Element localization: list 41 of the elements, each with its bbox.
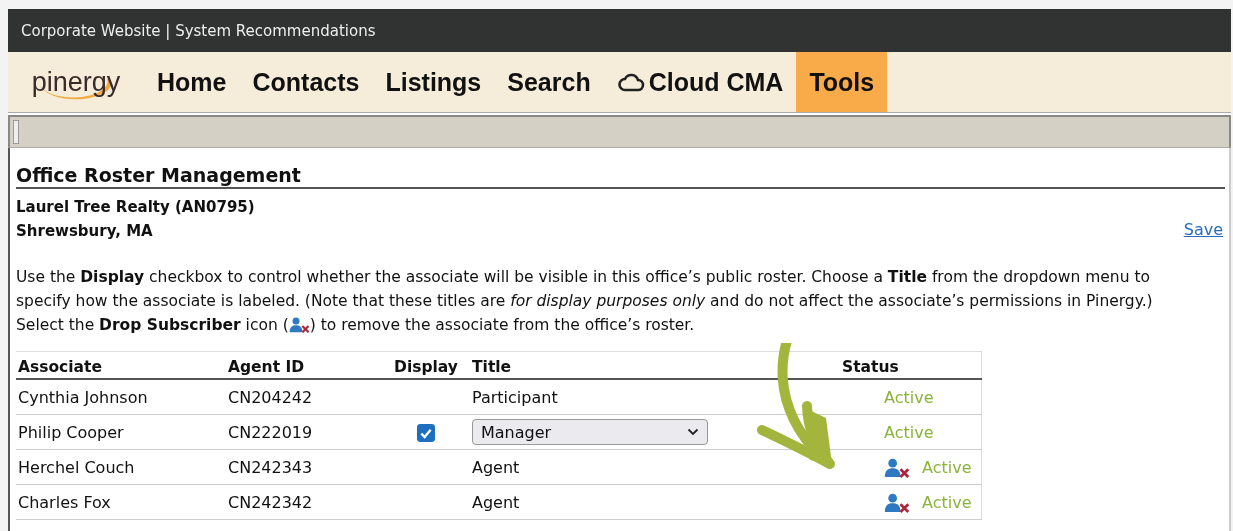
title-dropdown[interactable]: Manager [472, 419, 708, 445]
agent-id-cell: CN242342 [226, 484, 380, 520]
column-header: Agent ID [226, 351, 380, 379]
nav-tab[interactable]: Listings [372, 52, 495, 112]
column-header: Display [380, 351, 470, 379]
instructions-text: Use the Display checkbox to control whether the associate will be visible in this office’s public roster. Choose a Title from the dropdown menu to specify how the associate is labeled. (Note that these titles are for display purposes only and do not affect the associate’s permissions in Pinergy.) Select the Drop Subscriber icon ( ) to remove the associate from the office’s roster. [16, 267, 1154, 336]
window-title: Corporate Website | System Recommendations [8, 9, 1231, 52]
page-heading: Office Roster Management [16, 148, 1225, 189]
status-text: Active [922, 457, 972, 477]
nav-tab[interactable]: Tools [796, 52, 888, 112]
title-cell: Participant [472, 387, 558, 407]
title-cell: Agent [472, 492, 520, 512]
nav-tab[interactable]: Search [494, 52, 604, 112]
agent-id-cell: CN242343 [226, 449, 380, 485]
logo[interactable]: pinergy [8, 52, 144, 112]
associate-cell: Charles Fox [16, 484, 226, 520]
associate-cell: Cynthia Johnson [16, 379, 226, 415]
title-cell: Agent [472, 457, 520, 477]
agent-id-cell: CN222019 [226, 414, 380, 450]
status-text: Active [884, 422, 934, 442]
grip-handle[interactable] [13, 120, 19, 144]
associate-cell: Philip Cooper [16, 414, 226, 450]
status-text: Active [922, 492, 972, 512]
nav-tab[interactable]: Contacts [239, 52, 373, 112]
office-city: Shrewsbury, MA [16, 221, 154, 242]
drop-subscriber-icon[interactable] [884, 491, 910, 513]
column-header: Status [842, 351, 982, 379]
cloud-icon [616, 71, 645, 93]
column-header: Title [470, 351, 842, 379]
nav-tab[interactable]: Home [144, 52, 240, 112]
column-header: Associate [16, 351, 226, 379]
nav-tab[interactable]: Cloud CMA [603, 52, 797, 112]
drop-subscriber-icon [288, 316, 310, 333]
status-text: Active [884, 387, 934, 407]
office-name: Laurel Tree Realty (AN0795) [16, 197, 255, 218]
agent-id-cell: CN204242 [226, 379, 380, 415]
associate-cell: Herchel Couch [16, 449, 226, 485]
drop-subscriber-icon[interactable] [884, 456, 910, 478]
chevron-icon [687, 428, 699, 436]
save-link[interactable]: Save [1183, 220, 1223, 239]
display-checkbox[interactable] [417, 423, 435, 442]
